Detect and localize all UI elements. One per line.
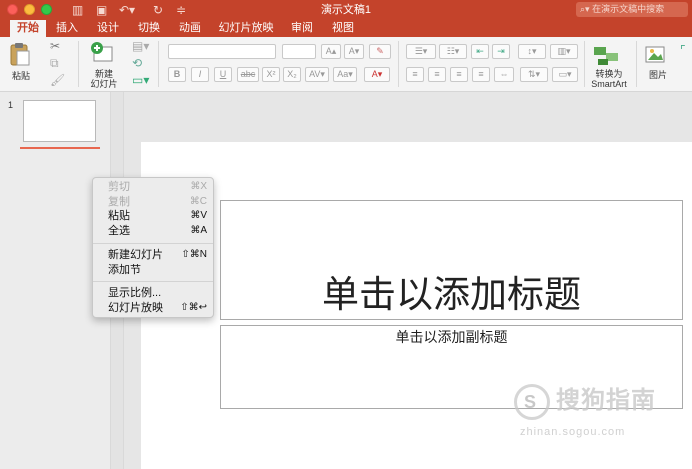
menu-item-slideshow[interactable]: 幻灯片放映 ⇧⌘↩ — [93, 301, 213, 315]
bullets-icon[interactable]: ☰▾ — [406, 44, 436, 59]
ribbon-separator — [78, 41, 79, 87]
bold-button[interactable]: B — [168, 67, 186, 82]
align-text-icon[interactable]: ▭▾ — [552, 67, 578, 82]
menu-item-label: 全选 — [108, 225, 130, 237]
menu-item-new-slide[interactable]: 新建幻灯片 ⇧⌘N — [93, 248, 213, 262]
menu-item-shortcut: ⌘C — [189, 196, 207, 207]
change-case-icon[interactable]: Aa▾ — [333, 67, 357, 82]
menu-item-add-section[interactable]: 添加节 — [93, 263, 213, 277]
watermark-text: 搜狗指南 — [556, 387, 656, 414]
title-bar: ▥ ▣ ↶▾ ↻ ≑ 演示文稿1 ⌕▾ 在演示文稿中搜索 — [0, 0, 692, 20]
underline-button[interactable]: U — [214, 67, 232, 82]
copy-icon[interactable]: ⧉ — [50, 56, 59, 70]
new-slide-label: 新建 — [94, 69, 113, 79]
menu-item-label: 粘贴 — [108, 210, 130, 222]
menu-item-shortcut: ⌘V — [190, 210, 207, 221]
menu-item-label: 新建幻灯片 — [108, 249, 163, 261]
increase-indent-icon[interactable]: ⇥ — [492, 44, 510, 59]
numbering-icon[interactable]: ☷▾ — [439, 44, 467, 59]
decrease-indent-icon[interactable]: ⇤ — [471, 44, 489, 59]
search-icon: ⌕▾ — [580, 4, 593, 14]
format-painter-icon[interactable]: 🖌 — [50, 73, 65, 87]
menu-item-label: 剪切 — [108, 181, 130, 193]
align-right-icon[interactable]: ≡ — [450, 67, 468, 82]
text-direction-icon[interactable]: ⇅▾ — [520, 67, 548, 82]
menu-item-shortcut: ⇧⌘↩ — [180, 302, 207, 313]
ribbon-tabs: 开始 插入 设计 切换 动画 幻灯片放映 审阅 视图 — [0, 20, 692, 37]
tab-design[interactable]: 设计 — [93, 20, 123, 37]
cut-icon[interactable]: ✂ — [50, 39, 60, 53]
align-center-icon[interactable]: ≡ — [428, 67, 446, 82]
tab-animations[interactable]: 动画 — [175, 20, 205, 37]
search-input[interactable]: ⌕▾ 在演示文稿中搜索 — [576, 2, 688, 17]
menu-item-label: 复制 — [108, 196, 130, 208]
ribbon-separator — [584, 41, 585, 87]
shapes-icon[interactable]: ⌜ — [680, 43, 686, 57]
search-placeholder: 在演示文稿中搜索 — [592, 4, 665, 14]
title-placeholder[interactable]: 单击以添加标题 — [220, 200, 683, 320]
paste-icon[interactable] — [9, 41, 31, 67]
slide-number: 1 — [8, 100, 14, 110]
layout-icon[interactable]: ▤▾ — [132, 39, 149, 53]
ribbon-separator — [398, 41, 399, 87]
picture-icon[interactable] — [645, 45, 667, 65]
font-name-dropdown[interactable] — [168, 44, 276, 59]
distributed-icon[interactable]: ⇔ — [494, 67, 514, 82]
watermark: S 搜狗指南 zhinan.sogou.com — [514, 384, 692, 446]
menu-item-select-all[interactable]: 全选 ⌘A — [93, 224, 213, 238]
menu-item-label: 显示比例... — [108, 287, 162, 299]
menu-separator — [93, 281, 213, 282]
tab-transitions[interactable]: 切换 — [134, 20, 164, 37]
superscript-button[interactable]: X² — [262, 67, 280, 82]
tab-view[interactable]: 视图 — [328, 20, 358, 37]
menu-item-shortcut: ⌘A — [190, 225, 207, 236]
menu-item-zoom[interactable]: 显示比例... — [93, 286, 213, 300]
menu-item-shortcut: ⇧⌘N — [181, 249, 207, 260]
clear-formatting-icon[interactable]: ✎ — [369, 44, 391, 59]
watermark-url: zhinan.sogou.com — [520, 426, 626, 438]
context-menu: 剪切 ⌘X 复制 ⌘C 粘贴 ⌘V 全选 ⌘A 新建幻灯片 ⇧⌘N 添加节 显示… — [92, 177, 214, 318]
tab-slideshow[interactable]: 幻灯片放映 — [217, 20, 275, 37]
line-spacing-icon[interactable]: ↕▾ — [518, 44, 546, 59]
italic-button[interactable]: I — [191, 67, 209, 82]
convert-smartart-label: 转换为 — [595, 69, 623, 79]
watermark-logo-char: S — [524, 392, 537, 412]
paste-label: 粘贴 — [11, 71, 30, 81]
font-size-dropdown[interactable] — [282, 44, 316, 59]
smartart-icon[interactable] — [592, 45, 620, 67]
menu-item-label: 幻灯片放映 — [108, 302, 163, 314]
font-size-increase-button[interactable]: A▴ — [321, 44, 341, 59]
title-placeholder-text: 单击以添加标题 — [322, 274, 581, 315]
section-icon[interactable]: ▭▾ — [132, 73, 149, 87]
strikethrough-button[interactable]: abc — [237, 67, 259, 82]
convert-smartart-label-2: SmartArt — [591, 79, 627, 89]
subscript-button[interactable]: X₂ — [283, 67, 301, 82]
menu-item-paste[interactable]: 粘贴 ⌘V — [93, 209, 213, 223]
menu-item-copy: 复制 ⌘C — [93, 195, 213, 209]
watermark-logo: S — [514, 384, 550, 420]
ribbon: 粘贴 ✂ ⧉ 🖌 新建 幻灯片 ▤▾ ⟲ ▭▾ A▴ A▾ ✎ B I U ab… — [0, 37, 692, 92]
picture-label: 图片 — [648, 70, 667, 80]
new-slide-icon[interactable] — [90, 41, 116, 65]
tab-review[interactable]: 审阅 — [287, 20, 317, 37]
new-slide-label-2: 幻灯片 — [90, 79, 118, 89]
slide-thumbnail-selection — [20, 147, 100, 149]
tab-home[interactable]: 开始 — [10, 20, 46, 37]
character-spacing-icon[interactable]: AV▾ — [305, 67, 329, 82]
subtitle-placeholder-text: 单击以添加副标题 — [395, 329, 508, 345]
justify-icon[interactable]: ≡ — [472, 67, 490, 82]
tab-insert[interactable]: 插入 — [52, 20, 82, 37]
slide-thumbnail[interactable] — [23, 100, 96, 142]
menu-separator — [93, 243, 213, 244]
align-left-icon[interactable]: ≡ — [406, 67, 424, 82]
ribbon-separator — [158, 41, 159, 87]
font-color-icon[interactable]: A▾ — [364, 67, 390, 82]
menu-item-shortcut: ⌘X — [190, 181, 207, 192]
menu-item-cut: 剪切 ⌘X — [93, 180, 213, 194]
ribbon-separator — [636, 41, 637, 87]
reset-icon[interactable]: ⟲ — [132, 56, 142, 70]
font-size-decrease-button[interactable]: A▾ — [344, 44, 364, 59]
menu-item-label: 添加节 — [108, 264, 141, 276]
columns-icon[interactable]: ▥▾ — [550, 44, 578, 59]
